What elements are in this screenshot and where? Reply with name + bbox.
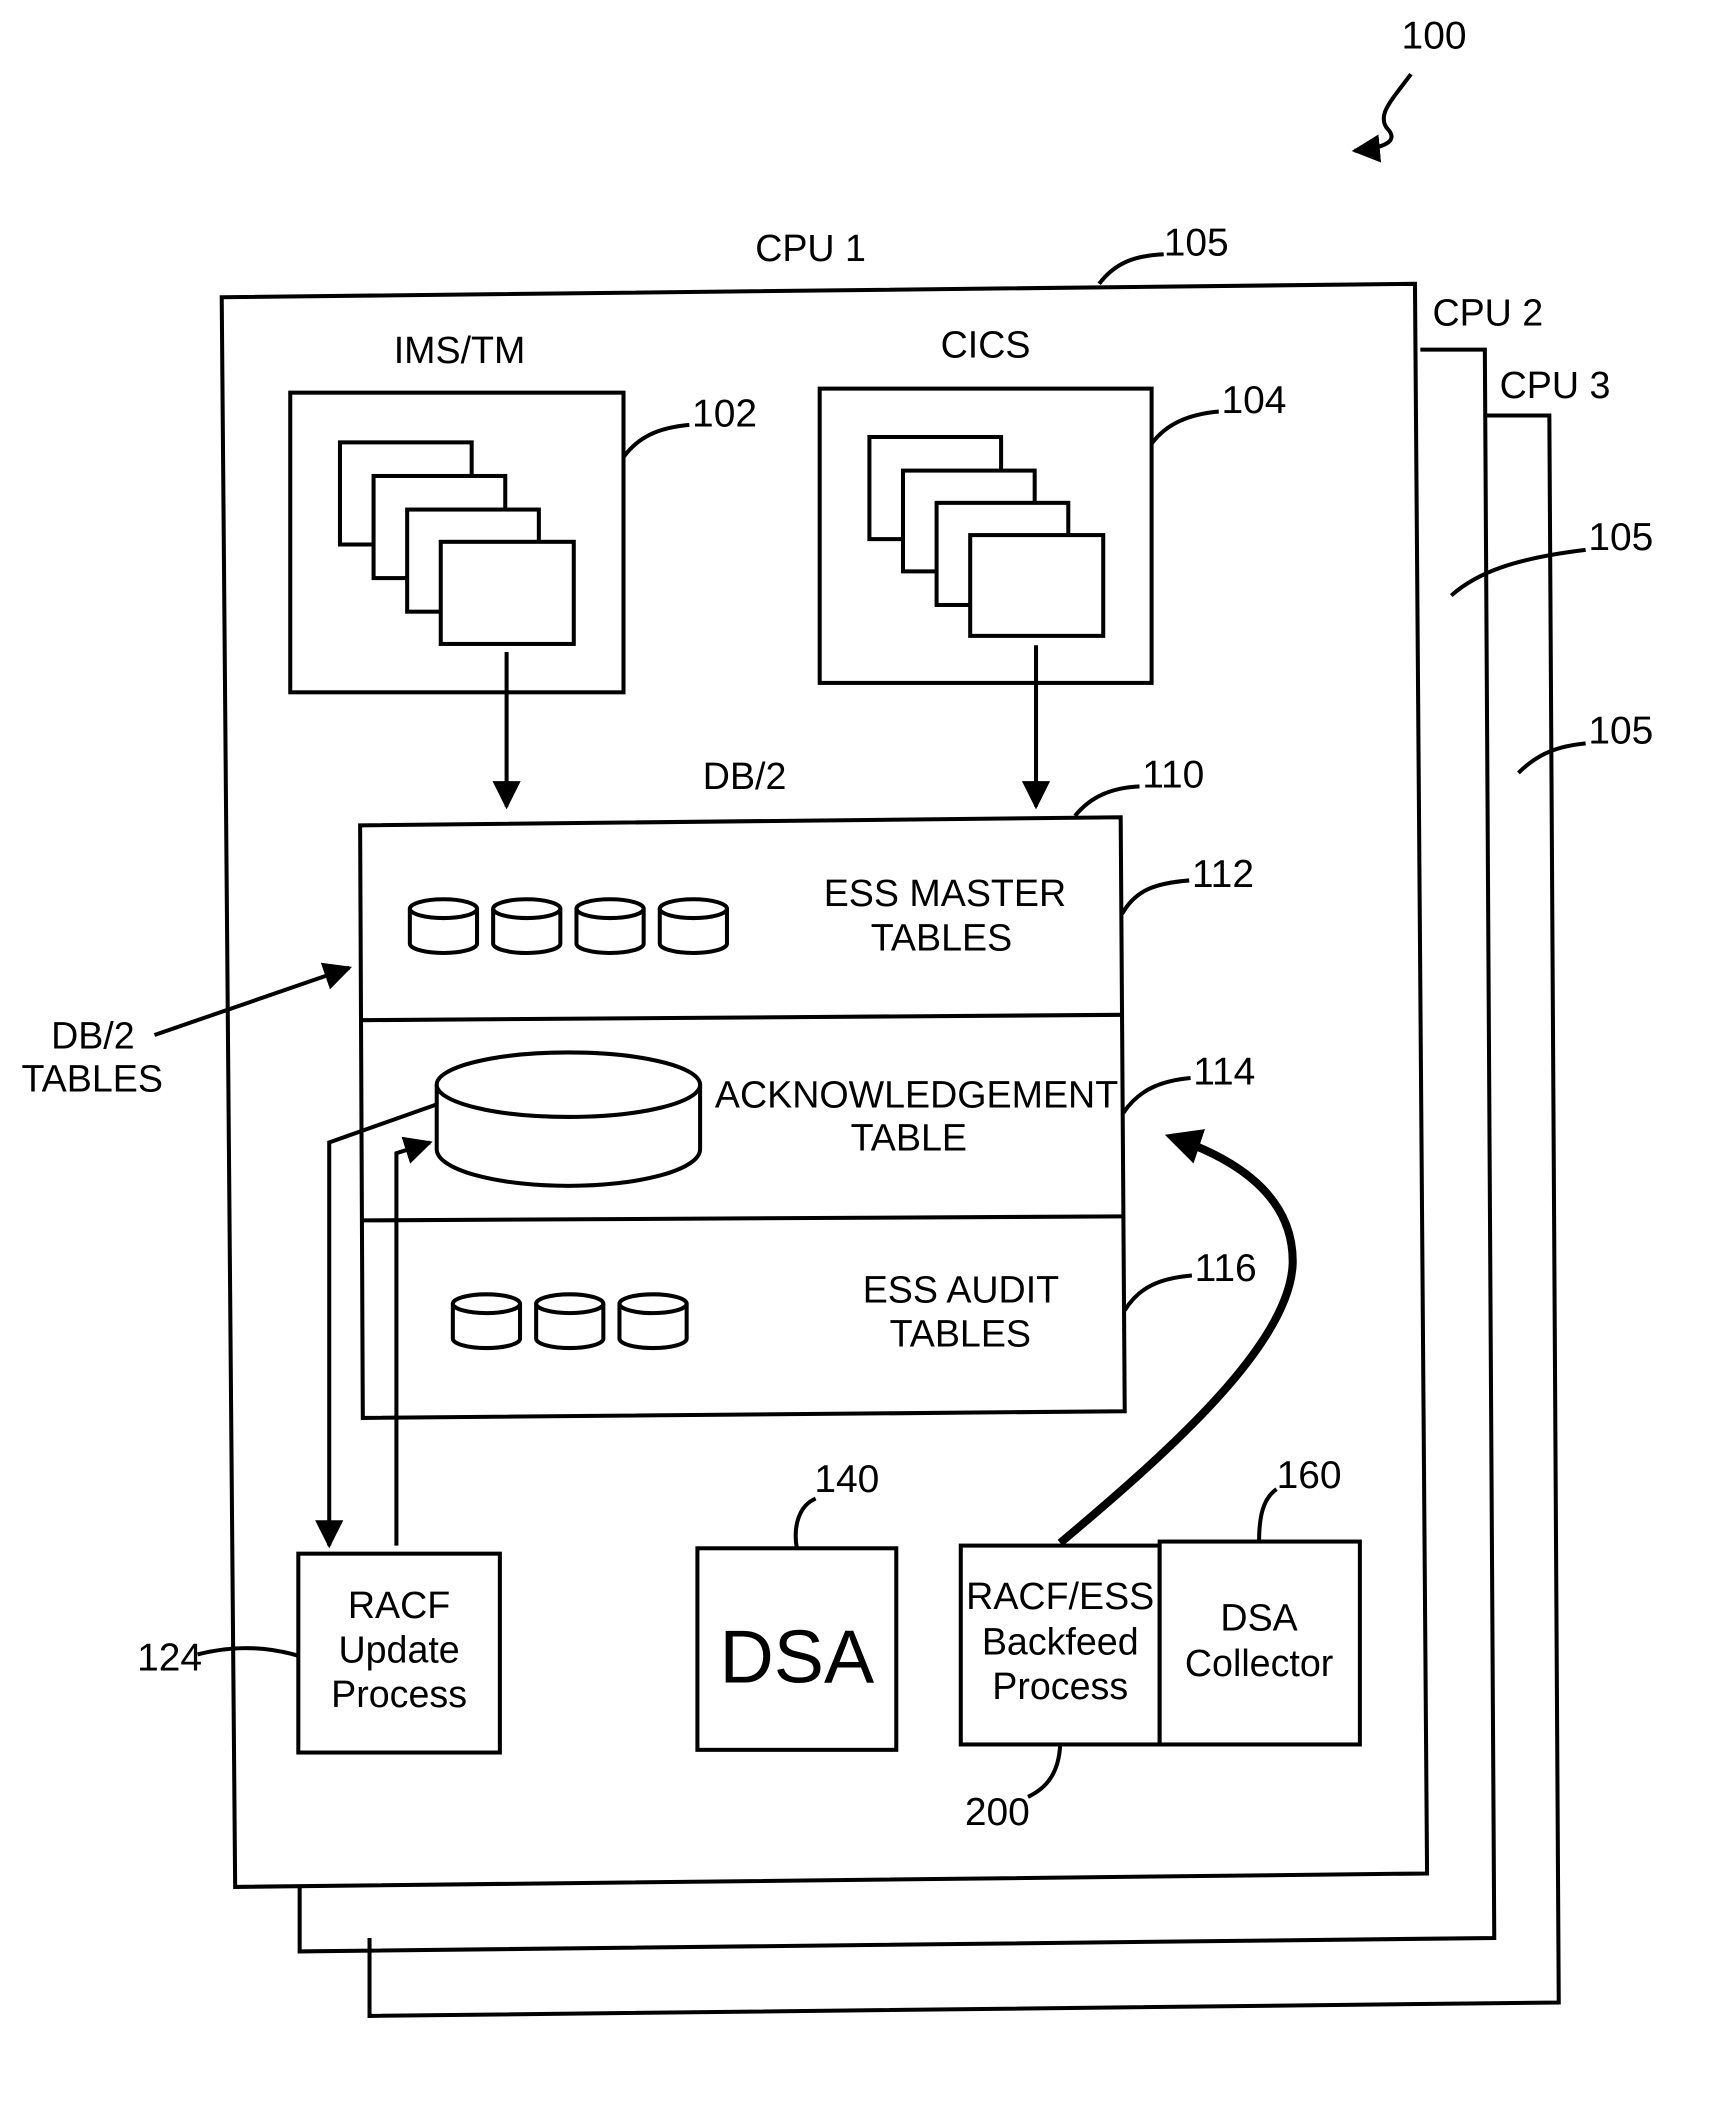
collector-line1: DSA	[1220, 1596, 1298, 1638]
master-table-cylinder-icon	[574, 897, 646, 956]
db2-label: DB/2	[703, 755, 787, 797]
cpu-3-label: CPU 3	[1500, 364, 1611, 406]
racf-update-line2: Update	[338, 1629, 459, 1671]
cpu-1-label: CPU 1	[755, 227, 866, 269]
figure-ref-label: 100	[1402, 15, 1467, 58]
master-table-cylinder-icon	[407, 897, 480, 956]
acknowledgement-table-cylinder-icon	[434, 1050, 703, 1188]
ack-label-line2: TABLE	[851, 1117, 967, 1159]
master-ref: 112	[1192, 853, 1254, 896]
ims-tm-ref: 102	[692, 392, 757, 435]
cics-label: CICS	[941, 324, 1031, 366]
cpu-2-ref: 105	[1588, 516, 1653, 559]
db2-ref: 110	[1142, 754, 1204, 797]
cics-window-4	[968, 533, 1106, 638]
ack-ref: 114	[1193, 1051, 1255, 1094]
backfeed-line3: Process	[992, 1665, 1128, 1707]
cpu-1-ref-leader	[1097, 252, 1164, 286]
dsa-ref: 140	[814, 1458, 879, 1501]
dsa-label: DSA	[719, 1615, 875, 1699]
master-label-line2: TABLES	[871, 916, 1012, 958]
collector-line2: Collector	[1185, 1642, 1333, 1684]
racf-update-line3: Process	[331, 1673, 467, 1715]
cpu-3-ref: 105	[1588, 709, 1653, 752]
audit-table-cylinder-icon	[617, 1292, 689, 1351]
db2-tables-label-line2: TABLES	[22, 1057, 163, 1099]
audit-label-line2: TABLES	[890, 1313, 1031, 1355]
master-table-cylinder-icon	[491, 897, 563, 956]
cpu-2-ref-leader	[1449, 547, 1586, 598]
system-diagram: 100 CPU 3 105 CPU 2 105 CPU 1 105 IMS/TM…	[22, 15, 1653, 2018]
figure-ref-100: 100	[1351, 15, 1467, 163]
collector-ref: 160	[1277, 1454, 1342, 1497]
figure-ref-squiggle-arrow	[1351, 72, 1413, 163]
cpu-2-label: CPU 2	[1432, 291, 1543, 333]
master-label-line1: ESS MASTER	[824, 872, 1066, 914]
ims-tm-label: IMS/TM	[394, 329, 526, 371]
racf-update-ref: 124	[137, 1637, 202, 1680]
ims-tm-window-4	[438, 539, 576, 646]
db2-tables-label-line1: DB/2	[51, 1014, 135, 1056]
racf-update-line1: RACF	[348, 1584, 450, 1626]
backfeed-line1: RACF/ESS	[966, 1575, 1154, 1617]
master-table-cylinder-icon	[657, 897, 729, 956]
audit-table-cylinder-icon	[450, 1292, 523, 1351]
db2-block: DB/2 110 DB/2 TABLES ESS MASTER TABLES 1…	[22, 754, 1257, 1420]
ack-label-line1: ACKNOWLEDGEMENT	[715, 1074, 1118, 1116]
backfeed-line2: Backfeed	[982, 1620, 1139, 1662]
cpu-1-ref: 105	[1164, 222, 1229, 265]
backfeed-ref: 200	[965, 1791, 1030, 1834]
racf-update-process-block: RACF Update Process 124	[137, 1551, 502, 1755]
audit-table-cylinder-icon	[534, 1292, 606, 1351]
cics-ref: 104	[1221, 379, 1286, 422]
audit-ref: 116	[1195, 1247, 1257, 1290]
audit-label-line1: ESS AUDIT	[863, 1268, 1059, 1310]
